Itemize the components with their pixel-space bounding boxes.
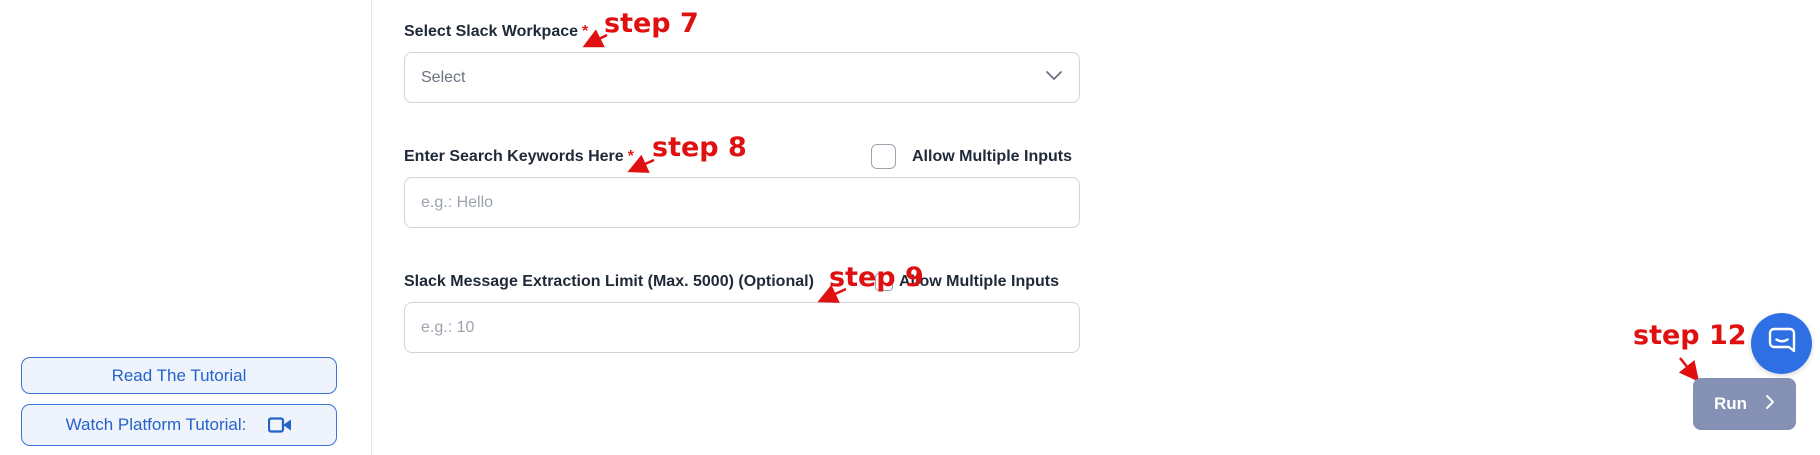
step-8-annotation: step 8 bbox=[652, 132, 747, 163]
sidebar: Read The Tutorial Watch Platform Tutoria… bbox=[0, 0, 372, 455]
run-button-label: Run bbox=[1713, 394, 1748, 413]
workspace-label-text: Select Slack Workpace bbox=[404, 23, 579, 40]
workspace-label: Select Slack Workpace * bbox=[404, 23, 588, 41]
chat-support-button[interactable] bbox=[1751, 313, 1812, 374]
required-star: * bbox=[582, 23, 589, 40]
read-tutorial-label: Read The Tutorial bbox=[111, 365, 247, 385]
limit-label: Slack Message Extraction Limit (Max. 500… bbox=[404, 273, 814, 291]
video-camera-icon bbox=[268, 417, 292, 433]
keywords-allow-multiple-checkbox[interactable] bbox=[871, 144, 896, 169]
limit-input[interactable] bbox=[421, 318, 1063, 337]
watch-platform-tutorial-button[interactable]: Watch Platform Tutorial: bbox=[21, 404, 337, 446]
main-form-area: Select Slack Workpace * Select Enter Sear… bbox=[373, 0, 1820, 455]
keywords-allow-multiple-label: Allow Multiple Inputs bbox=[912, 147, 1072, 165]
step-12-annotation: step 12 bbox=[1633, 320, 1747, 351]
step-9-annotation: step 9 bbox=[829, 262, 924, 293]
run-button[interactable]: Run bbox=[1693, 378, 1796, 430]
limit-label-text: Slack Message Extraction Limit (Max. 500… bbox=[404, 273, 814, 290]
chevron-right-icon bbox=[1765, 394, 1775, 415]
keywords-label-text: Enter Search Keywords Here bbox=[404, 148, 624, 165]
keywords-field[interactable] bbox=[404, 177, 1080, 228]
read-tutorial-button[interactable]: Read The Tutorial bbox=[21, 357, 337, 394]
chevron-down-icon bbox=[1045, 69, 1063, 87]
watch-platform-tutorial-label: Watch Platform Tutorial: bbox=[65, 415, 247, 434]
workspace-select-value: Select bbox=[421, 68, 466, 86]
keywords-label: Enter Search Keywords Here * bbox=[404, 148, 634, 166]
limit-field[interactable] bbox=[404, 302, 1080, 353]
step-7-annotation: step 7 bbox=[604, 8, 699, 39]
keywords-input[interactable] bbox=[421, 193, 1063, 212]
keywords-allow-multiple[interactable]: Allow Multiple Inputs bbox=[871, 144, 1072, 169]
workspace-select[interactable]: Select bbox=[404, 52, 1080, 103]
chat-bubble-icon bbox=[1767, 326, 1797, 361]
required-star: * bbox=[627, 148, 634, 165]
